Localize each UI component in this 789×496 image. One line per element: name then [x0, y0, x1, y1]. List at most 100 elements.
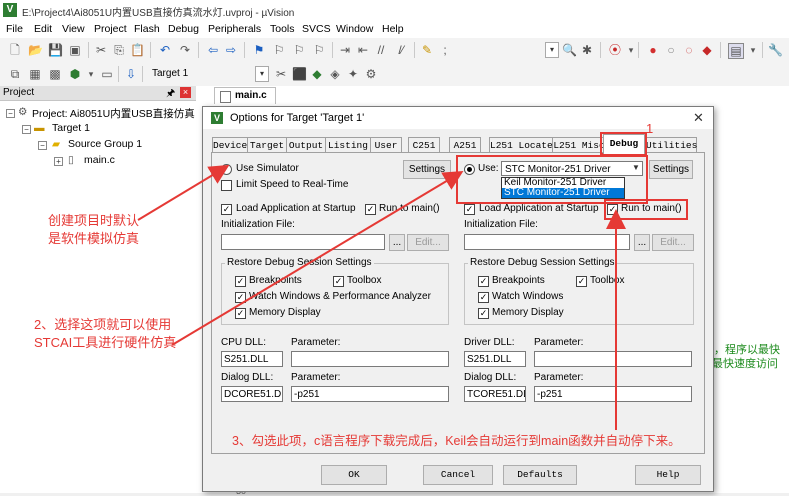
next-bookmark-icon[interactable]: ⚐	[292, 43, 306, 57]
target-combo[interactable]: ▾	[255, 66, 269, 82]
debug-start-icon[interactable]: ⦿	[608, 43, 622, 57]
tab-utilities[interactable]: Utilities	[645, 137, 697, 153]
tree-item-project[interactable]: Project: Ai8051U内置USB直接仿真	[32, 106, 195, 121]
run-to-main-checkbox-left[interactable]: ✓	[365, 204, 376, 215]
paste-icon[interactable]: 📋	[130, 43, 145, 57]
load-app-checkbox-left[interactable]: ✓	[221, 204, 232, 215]
manage-rte-icon[interactable]: ◈	[328, 67, 342, 81]
dialog-param-input-left[interactable]: -p251	[291, 386, 449, 402]
menu-peripherals[interactable]: Peripherals	[208, 23, 261, 35]
cut-icon[interactable]: ✂	[94, 43, 108, 57]
manage-components-icon[interactable]: ⬛	[292, 67, 307, 81]
find-in-files-icon[interactable]: ✎	[420, 43, 434, 57]
breakpoint-enable-icon[interactable]: ○	[664, 43, 678, 57]
tab-a251[interactable]: A251	[449, 137, 481, 153]
download-icon[interactable]: ⇩	[124, 67, 138, 81]
driver-param-input[interactable]	[534, 351, 692, 367]
uncomment-icon[interactable]: /⁄	[394, 43, 408, 57]
comment-icon[interactable]: //	[374, 43, 388, 57]
menu-file[interactable]: File	[6, 23, 23, 35]
dialog-dll-input-right[interactable]: TCORE51.DLL	[464, 386, 526, 402]
driver-settings-button[interactable]: Settings	[649, 160, 693, 179]
cancel-button[interactable]: Cancel	[423, 465, 493, 485]
build-icon[interactable]: ▦	[28, 67, 42, 81]
browse-button-right[interactable]: ...	[634, 234, 650, 251]
settings-gear-icon[interactable]: ⚙	[364, 67, 378, 81]
dialog-dll-input-left[interactable]: DCORE51.DLL	[221, 386, 283, 402]
init-file-input-right[interactable]	[464, 234, 630, 250]
memory-checkbox-left[interactable]: ✓	[235, 308, 246, 319]
stop-build-icon[interactable]: ▭	[100, 67, 114, 81]
menu-help[interactable]: Help	[382, 23, 404, 35]
edit-button-left[interactable]: Edit...	[407, 234, 449, 251]
pack-installer-icon[interactable]: ✦	[346, 67, 360, 81]
cpu-param-input[interactable]	[291, 351, 449, 367]
menu-project[interactable]: Project	[94, 23, 127, 35]
select-packs-icon[interactable]: ◆	[310, 67, 324, 81]
pin-icon[interactable]: 🖈	[166, 86, 175, 103]
save-icon[interactable]: 💾	[48, 43, 63, 57]
toolbox-checkbox-left[interactable]: ✓	[333, 276, 344, 287]
tree-collapse-icon[interactable]: −	[38, 141, 47, 150]
tab-l251-locate[interactable]: L251 Locate	[489, 137, 553, 153]
tree-item-target[interactable]: Target 1	[52, 122, 90, 134]
browse-button-left[interactable]: ...	[389, 234, 405, 251]
menu-svcs[interactable]: SVCS	[302, 23, 331, 35]
menu-window[interactable]: Window	[336, 23, 373, 35]
tree-collapse-icon[interactable]: −	[22, 125, 31, 134]
breakpoints-checkbox-left[interactable]: ✓	[235, 276, 246, 287]
toolbox-checkbox-right[interactable]: ✓	[576, 276, 587, 287]
load-app-checkbox-right[interactable]: ✓	[464, 204, 475, 215]
watch-checkbox-right[interactable]: ✓	[478, 292, 489, 303]
redo-icon[interactable]: ↷	[178, 43, 192, 57]
defaults-button[interactable]: Defaults	[503, 465, 577, 485]
breakpoint-disable-icon[interactable]: ◌	[682, 43, 696, 57]
dialog-close-icon[interactable]: ✕	[693, 110, 704, 126]
simulator-settings-button[interactable]: Settings	[403, 160, 451, 179]
menu-edit[interactable]: Edit	[34, 23, 52, 35]
target-options-icon[interactable]: ✂	[274, 67, 288, 81]
tab-c251[interactable]: C251	[408, 137, 440, 153]
menu-flash[interactable]: Flash	[134, 23, 160, 35]
batch-dropdown-icon[interactable]: ▾	[84, 67, 98, 81]
init-file-input-left[interactable]	[221, 234, 385, 250]
memory-checkbox-right[interactable]: ✓	[478, 308, 489, 319]
open-folder-icon[interactable]: 📂	[28, 43, 43, 57]
tab-listing[interactable]: Listing	[325, 137, 371, 153]
copy-icon[interactable]: ⎘	[112, 43, 126, 57]
batch-build-icon[interactable]: ⬢	[68, 67, 82, 81]
breakpoints-checkbox-right[interactable]: ✓	[478, 276, 489, 287]
tab-target[interactable]: Target	[247, 137, 287, 153]
menu-view[interactable]: View	[62, 23, 85, 35]
tab-device[interactable]: Device	[212, 137, 248, 153]
window-layout-icon[interactable]: ▤	[728, 43, 744, 59]
tree-collapse-icon[interactable]: −	[6, 109, 15, 118]
tab-debug[interactable]: Debug	[603, 134, 645, 154]
limit-speed-checkbox[interactable]	[221, 180, 232, 191]
indent-icon[interactable]: ⇥	[338, 43, 352, 57]
find-icon[interactable]: 🔍	[562, 43, 577, 57]
use-simulator-radio[interactable]	[221, 164, 232, 175]
driver-dll-input[interactable]: S251.DLL	[464, 351, 526, 367]
close-icon[interactable]: ×	[180, 87, 191, 98]
save-all-icon[interactable]: ▣	[68, 43, 82, 57]
tab-user[interactable]: User	[370, 137, 402, 153]
undo-icon[interactable]: ↶	[158, 43, 172, 57]
nav-forward-icon[interactable]: ⇨	[224, 43, 238, 57]
rebuild-icon[interactable]: ▩	[48, 67, 62, 81]
menu-tools[interactable]: Tools	[270, 23, 295, 35]
breakpoint-insert-icon[interactable]: ●	[646, 43, 660, 57]
unindent-icon[interactable]: ⇤	[356, 43, 370, 57]
cpu-dll-input[interactable]: S251.DLL	[221, 351, 283, 367]
layout-dropdown-icon[interactable]: ▾	[746, 43, 760, 57]
tree-item-group[interactable]: Source Group 1	[68, 138, 142, 150]
tab-output[interactable]: Output	[286, 137, 326, 153]
find-combo[interactable]: ▾	[545, 42, 559, 58]
bookmark-icon[interactable]: ⚑	[252, 43, 266, 57]
tab-l251-misc[interactable]: L251 Misc	[552, 137, 606, 153]
prev-bookmark-icon[interactable]: ⚐	[272, 43, 286, 57]
edit-button-right[interactable]: Edit...	[652, 234, 694, 251]
watch-checkbox-left[interactable]: ✓	[235, 292, 246, 303]
new-file-icon[interactable]: 🗋	[8, 43, 22, 57]
clear-bookmarks-icon[interactable]: ⚐	[312, 43, 326, 57]
